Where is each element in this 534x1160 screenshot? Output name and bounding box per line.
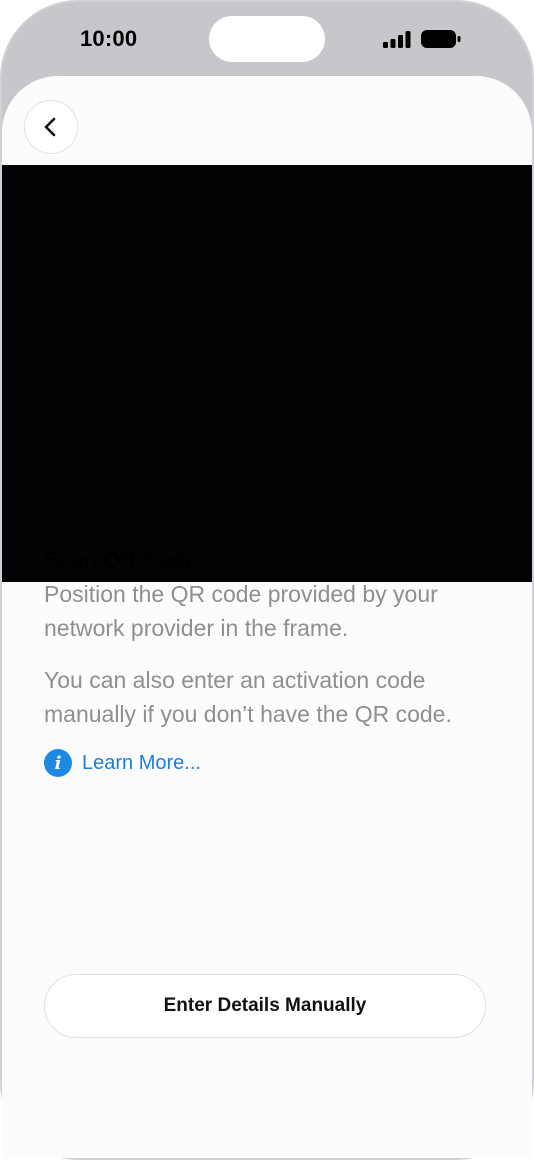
status-time: 10:00 [80,26,138,51]
enter-details-manually-button[interactable]: Enter Details Manually [44,974,486,1038]
page-title: Scan QR Code [44,547,197,572]
info-icon: i [44,749,72,777]
learn-more-link[interactable]: i Learn More... [44,749,494,777]
battery-icon [421,30,461,48]
learn-more-label: Learn More... [82,751,201,774]
back-button[interactable] [24,100,78,154]
instruction-text: Position the QR code provided by your ne… [44,581,438,641]
camera-viewfinder [2,165,532,582]
instructions: Scan QR Code Position the QR code provid… [44,546,494,777]
cellular-signal-icon [383,31,411,48]
phone-frame: 10:00 Scan QR Code Position the QR code … [0,0,534,1160]
status-bar: 10:00 [0,0,534,76]
alternative-text: You can also enter an activation code ma… [44,667,452,727]
dynamic-island [209,16,325,62]
chevron-left-icon [44,117,56,137]
